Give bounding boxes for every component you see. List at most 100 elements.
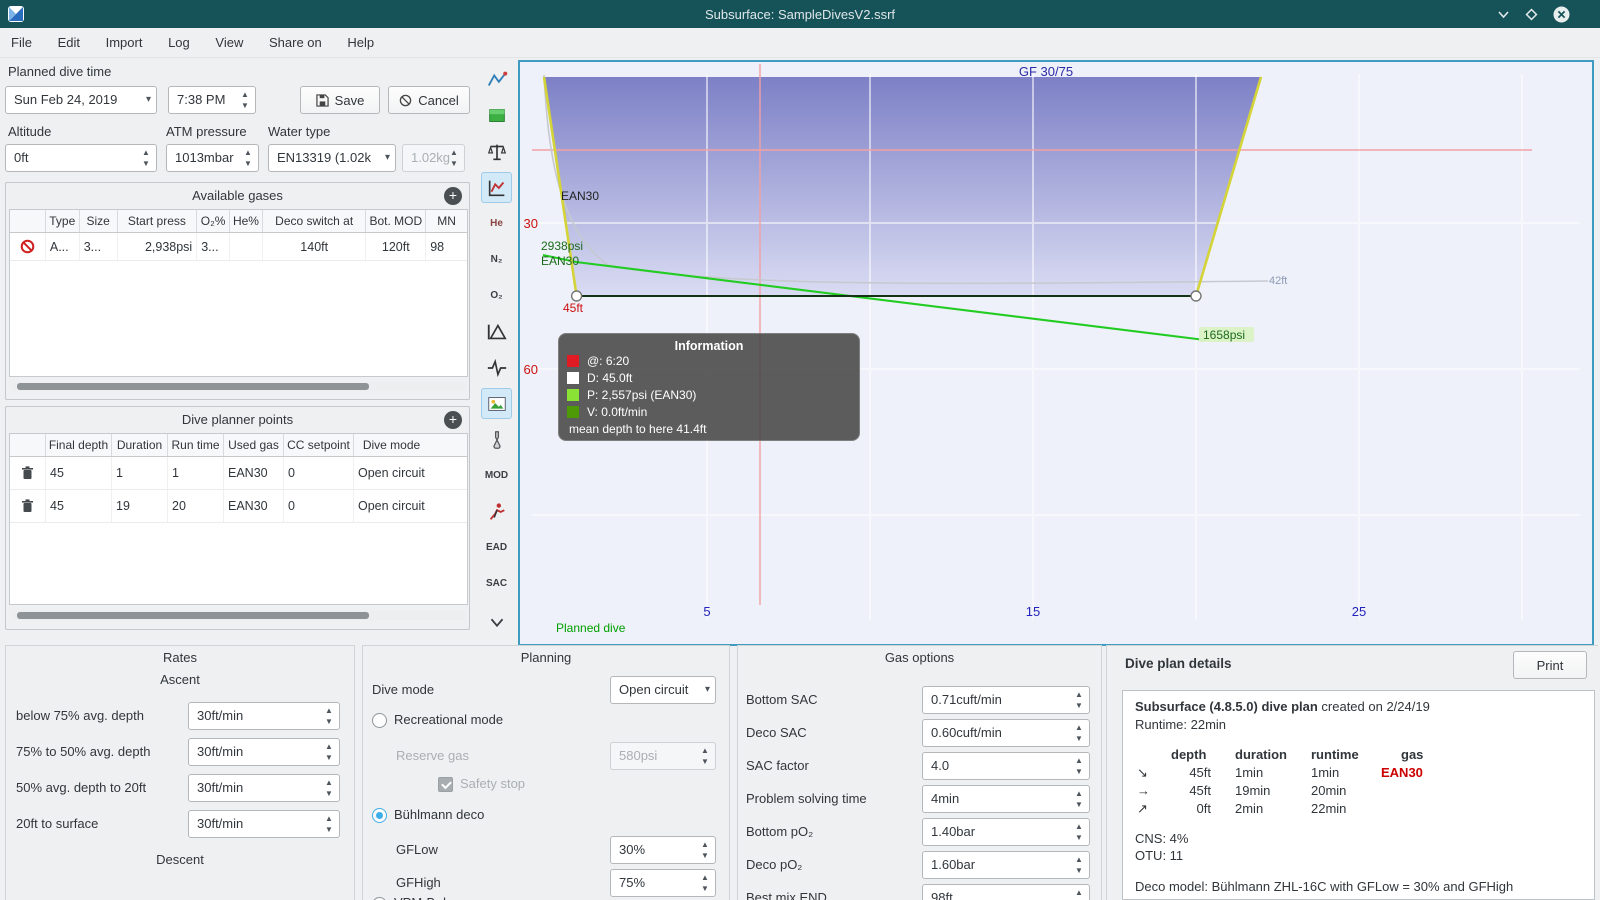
spinner-arrows-icon[interactable]: ▲▼ <box>1072 755 1086 777</box>
menu-file[interactable]: File <box>0 28 43 58</box>
menu-log[interactable]: Log <box>157 28 201 58</box>
he-graph-icon[interactable]: He <box>481 208 512 239</box>
point-table-row[interactable]: 45 19 20 EAN30 0 Open circuit <box>10 490 467 523</box>
spinner-arrows-icon[interactable]: ▲▼ <box>322 705 336 727</box>
gas-flask-icon[interactable] <box>481 424 512 455</box>
best-mix-end-label: Best mix END <box>746 890 827 900</box>
safety-stop-checkbox[interactable] <box>438 777 453 792</box>
spinner-arrows-icon[interactable]: ▲▼ <box>322 741 336 763</box>
recreational-mode-radio[interactable] <box>372 713 387 728</box>
spinner-arrows-icon[interactable]: ▲▼ <box>698 839 712 861</box>
ascent-rate-1-spinner[interactable]: 30ft/min ▲ ▼ <box>188 702 340 730</box>
menu-edit[interactable]: Edit <box>47 28 91 58</box>
planner-point-handle[interactable] <box>570 290 583 302</box>
spinner-arrows-icon[interactable]: ▲▼ <box>241 147 255 169</box>
mod-toggle-icon[interactable]: MOD <box>481 460 512 491</box>
planner-points-group: Dive planner points + Final depth Durati… <box>5 406 470 630</box>
delete-point-icon[interactable] <box>10 457 46 489</box>
photos-toggle-icon[interactable] <box>481 388 512 419</box>
gf-label: GF 30/75 <box>1019 64 1073 79</box>
planner-point-handle[interactable] <box>1190 290 1202 302</box>
table-header-row: Final depth Duration Run time Used gas C… <box>10 434 467 457</box>
scrollbar-handle[interactable] <box>17 612 369 619</box>
runner-toggle-icon[interactable] <box>481 496 512 527</box>
ascent-rate-2-spinner[interactable]: 30ft/min ▲ ▼ <box>188 738 340 766</box>
rate-row-label: below 75% avg. depth <box>16 708 144 723</box>
spinner-arrows-icon[interactable]: ▲▼ <box>1072 788 1086 810</box>
spinner-arrows-icon[interactable]: ▲▼ <box>238 89 252 111</box>
menu-view[interactable]: View <box>204 28 254 58</box>
calc-ceiling-icon[interactable] <box>481 100 512 131</box>
deco-po2-spinner[interactable]: 1.60bar ▲ ▼ <box>922 851 1090 879</box>
table-header-row: Type Size Start press O₂% He% Deco switc… <box>10 210 467 233</box>
points-hscrollbar[interactable] <box>11 611 466 620</box>
ascent-rate-3-spinner[interactable]: 30ft/min ▲ ▼ <box>188 774 340 802</box>
point-table-row[interactable]: 45 1 1 EAN30 0 Open circuit <box>10 457 467 490</box>
profile-toggle-icon[interactable] <box>481 172 512 203</box>
spinner-arrows-icon[interactable]: ▲▼ <box>139 147 153 169</box>
o2-graph-icon[interactable]: O₂ <box>481 280 512 311</box>
profile-info-tooltip[interactable]: Information @: 6:20 D: 45.0ft P: 2,557ps… <box>558 333 860 441</box>
add-gas-button[interactable]: + <box>444 187 462 205</box>
titlebar: Subsurface: SampleDivesV2.ssrf <box>0 0 1600 28</box>
save-button[interactable]: Save <box>300 86 380 114</box>
gfhigh-spinner[interactable]: 75% ▲ ▼ <box>610 869 716 897</box>
scrollbar-handle[interactable] <box>17 383 369 390</box>
ead-toggle-icon[interactable]: EAD <box>481 532 512 563</box>
menu-share-on[interactable]: Share on <box>258 28 333 58</box>
scale-icon[interactable] <box>481 136 512 167</box>
tooltip-row: P: 2,557psi (EAN30) <box>559 387 859 404</box>
water-type-select[interactable]: EN13319 (1.02k ▾ <box>268 144 396 172</box>
date-select[interactable]: Sun Feb 24, 2019 ▾ <box>5 86 157 114</box>
menu-import[interactable]: Import <box>95 28 154 58</box>
depth-tick: 30 <box>524 216 538 231</box>
reserve-gas-label: Reserve gas <box>396 748 469 763</box>
spinner-arrows-icon[interactable]: ▲▼ <box>1072 821 1086 843</box>
dive-mode-select[interactable]: Open circuit ▾ <box>610 676 716 704</box>
menu-help[interactable]: Help <box>336 28 385 58</box>
spinner-arrows-icon: ▲ ▼ <box>450 148 458 168</box>
add-point-button[interactable]: + <box>444 411 462 429</box>
spinner-arrows-icon[interactable]: ▲▼ <box>698 872 712 894</box>
spinner-arrows-icon[interactable]: ▲▼ <box>1072 854 1086 876</box>
recreational-mode-label: Recreational mode <box>394 712 504 727</box>
altitude-spinner[interactable]: 0ft ▲ ▼ <box>5 144 157 172</box>
dive-profile-chart[interactable]: GF 30/75 EAN30 2938psi EAN30 45ft 1658ps… <box>518 60 1594 646</box>
available-gases-title: Available gases <box>192 188 283 203</box>
bottom-sac-spinner[interactable]: 0.71cuft/min ▲ ▼ <box>922 686 1090 714</box>
ascent-rate-4-spinner[interactable]: 30ft/min ▲ ▼ <box>188 810 340 838</box>
bottom-po2-spinner[interactable]: 1.40bar ▲ ▼ <box>922 818 1090 846</box>
n2-graph-icon[interactable]: N₂ <box>481 244 512 275</box>
spinner-arrows-icon[interactable]: ▲▼ <box>1072 722 1086 744</box>
gases-hscrollbar[interactable] <box>11 382 466 391</box>
gas-table-row[interactable]: A... 3... 2,938psi 3... 140ft 120ft 98 <box>10 233 467 261</box>
sac-factor-spinner[interactable]: 4.0 ▲ ▼ <box>922 752 1090 780</box>
problem-time-spinner[interactable]: 4min ▲ ▼ <box>922 785 1090 813</box>
heart-rate-icon[interactable] <box>481 352 512 383</box>
gflow-spinner[interactable]: 30% ▲ ▼ <box>610 836 716 864</box>
spinner-arrows-icon[interactable]: ▲▼ <box>1072 689 1086 711</box>
spinner-arrows-icon[interactable]: ▲▼ <box>322 777 336 799</box>
delete-point-icon[interactable] <box>10 490 46 522</box>
remove-gas-icon[interactable] <box>10 233 46 260</box>
atm-pressure-spinner[interactable]: 1013mbar ▲ ▼ <box>166 144 259 172</box>
sac-toggle-icon[interactable]: SAC <box>481 568 512 599</box>
cancel-button[interactable]: Cancel <box>388 86 470 114</box>
minimize-button[interactable] <box>1492 3 1514 25</box>
ceiling-toggle-icon[interactable] <box>481 316 512 347</box>
profile-graph-icon[interactable] <box>481 64 512 95</box>
print-button[interactable]: Print <box>1513 651 1587 679</box>
maximize-button[interactable] <box>1520 3 1542 25</box>
tooltip-row: D: 45.0ft <box>559 370 859 387</box>
sac-factor-label: SAC factor <box>746 758 809 773</box>
time-spinner[interactable]: 7:38 PM ▲ ▼ <box>168 86 256 114</box>
close-button[interactable] <box>1550 3 1572 25</box>
descent-title: Descent <box>156 852 204 867</box>
deco-sac-spinner[interactable]: 0.60cuft/min ▲ ▼ <box>922 719 1090 747</box>
spinner-arrows-icon[interactable]: ▲▼ <box>1072 887 1086 900</box>
buhlmann-deco-radio[interactable] <box>372 808 387 823</box>
best-mix-end-spinner[interactable]: 98ft ▲▼ <box>922 884 1090 900</box>
toolbar-scroll-down-icon[interactable] <box>481 606 512 637</box>
spinner-arrows-icon[interactable]: ▲▼ <box>322 813 336 835</box>
planned-dive-label: Planned dive <box>556 621 626 635</box>
